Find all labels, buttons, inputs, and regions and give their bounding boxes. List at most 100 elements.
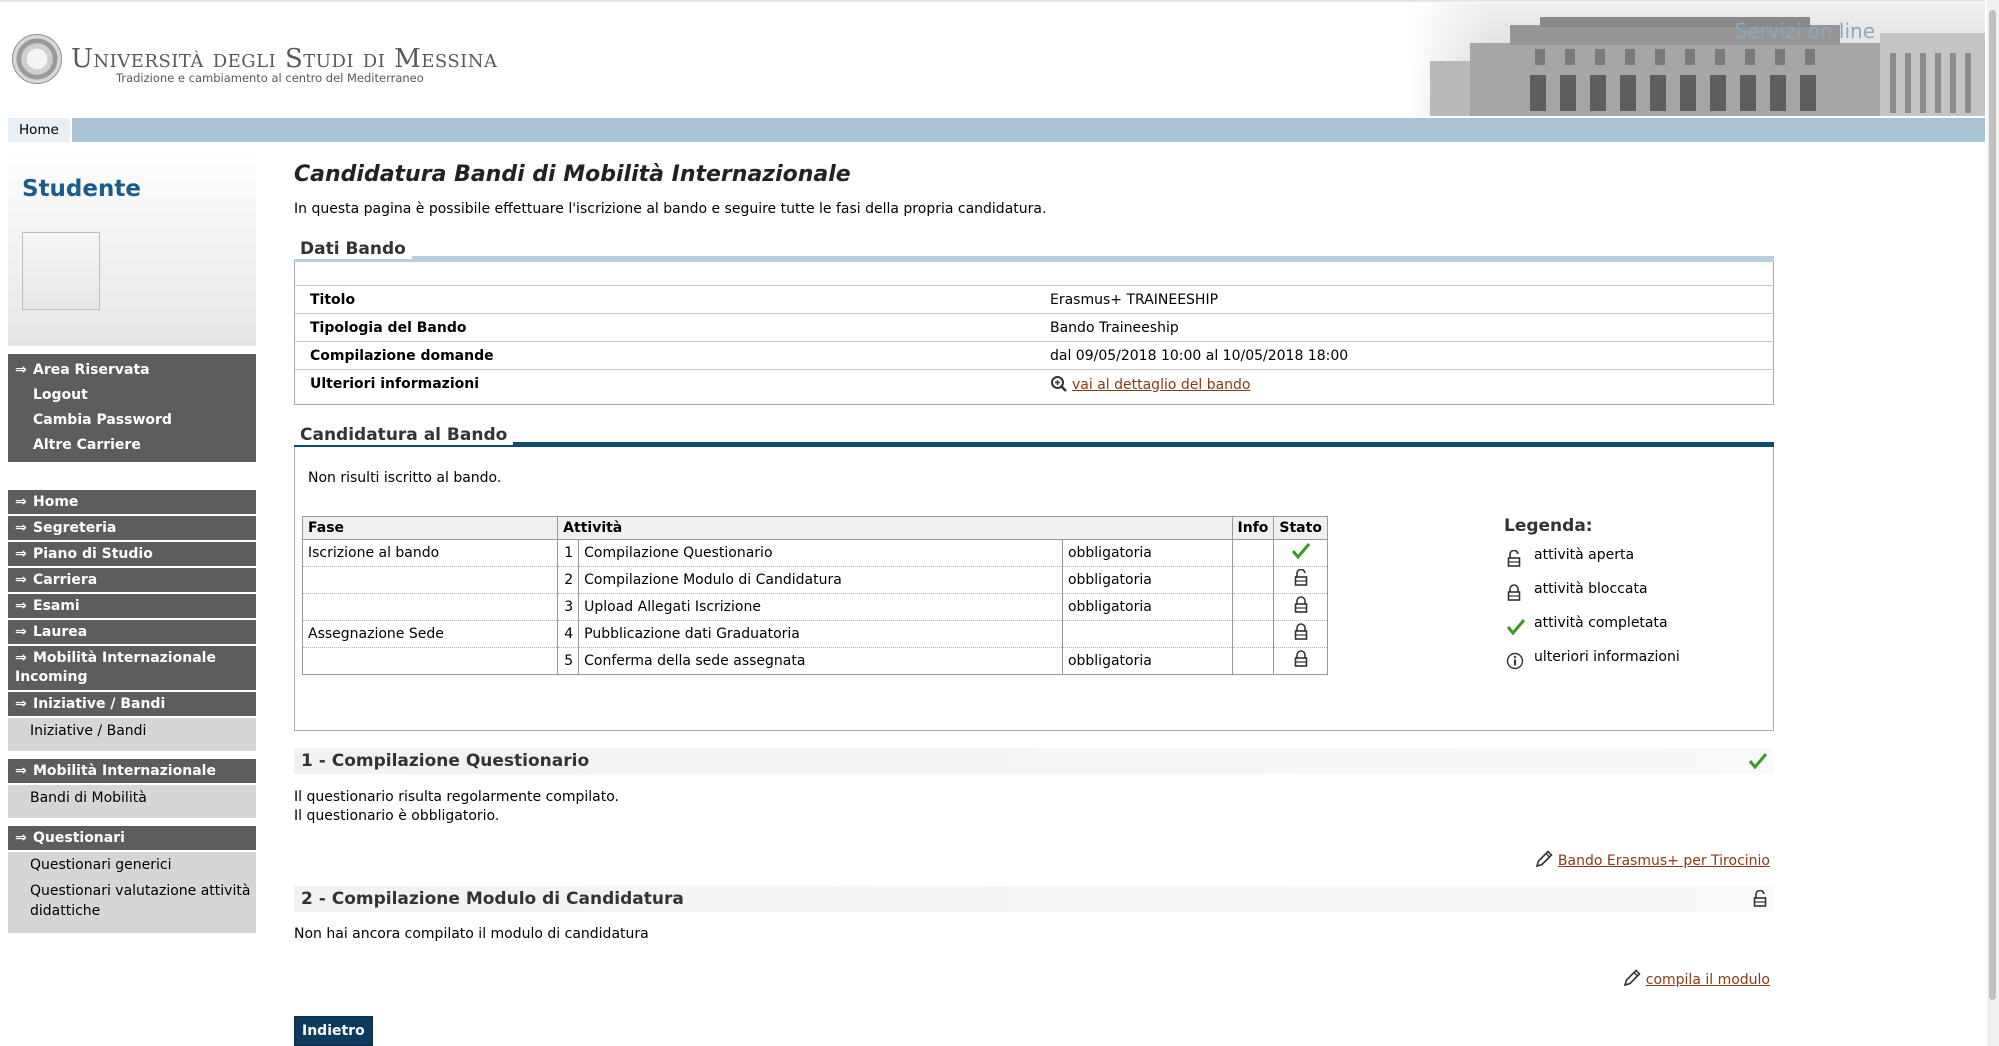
candidatura-status: Non risulti iscritto al bando. xyxy=(308,470,502,486)
sidebar-item-segreteria[interactable]: ⇒ Segreteria xyxy=(8,516,256,542)
sidebar-item-altre-carriere[interactable]: Altre Carriere xyxy=(8,433,256,458)
sidebar-item-mobilita-incoming[interactable]: ⇒ Mobilità Internazionale Incoming xyxy=(8,646,256,692)
sidebar-item-mobilita-internazionale[interactable]: ⇒ Mobilità Internazionale xyxy=(8,759,256,785)
lock-closed-icon xyxy=(1294,623,1308,640)
col-stato: Stato xyxy=(1273,516,1328,540)
sidebar-item-cambia-password[interactable]: Cambia Password xyxy=(8,408,256,433)
sidebar-subitem-questionari-generici[interactable]: Questionari generici xyxy=(8,852,256,878)
sidebar-item-home[interactable]: ⇒ Home xyxy=(8,490,256,516)
sidebar-item-carriera[interactable]: ⇒ Carriera xyxy=(8,568,256,594)
arrow-right-icon: ⇒ xyxy=(15,763,27,779)
cell-fase xyxy=(301,566,559,594)
table-row: Iscrizione al bando 1 Compilazione Quest… xyxy=(301,539,1328,567)
cell-stato xyxy=(1273,647,1328,675)
sidebar-item-iniziative-bandi[interactable]: ⇒ Iniziative / Bandi xyxy=(8,692,256,718)
cell-info xyxy=(1231,647,1275,675)
candidatura-box: Candidatura al Bando Non risulti iscritt… xyxy=(294,425,1774,732)
sidebar-item-laurea[interactable]: ⇒ Laurea xyxy=(8,620,256,646)
dati-bando-top-rule xyxy=(294,256,1774,262)
table-row: 3 Upload Allegati Iscrizione obbligatori… xyxy=(301,593,1328,621)
dati-bando-heading: Dati Bando xyxy=(294,239,412,259)
compila-modulo-action[interactable]: compila il modulo xyxy=(1622,968,1770,988)
sidebar-subitem-questionari-valutazione[interactable]: Questionari valutazione attività didatti… xyxy=(8,878,256,933)
cell-attivita: Compilazione Modulo di Candidatura xyxy=(578,566,1063,594)
section-questionario-text: Il questionario risulta regolarmente com… xyxy=(294,788,619,826)
cell-attivita: Pubblicazione dati Graduatoria xyxy=(578,620,1063,648)
arrow-right-icon: ⇒ xyxy=(15,520,27,536)
cell-fase: Iscrizione al bando xyxy=(301,539,559,567)
page-header: Università degli Studi di Messina Tradiz… xyxy=(0,0,1985,142)
legenda-item: attività completata xyxy=(1504,616,1744,638)
cell-num: 2 xyxy=(557,566,580,594)
cell-tipo: obbligatoria xyxy=(1061,539,1233,567)
university-seal-icon[interactable] xyxy=(12,34,62,84)
info-icon xyxy=(1506,652,1524,670)
lock-closed-icon xyxy=(1294,596,1308,613)
arrow-right-icon: ⇒ xyxy=(15,546,27,562)
sidebar-item-esami[interactable]: ⇒ Esami xyxy=(8,594,256,620)
section-line: Il questionario risulta regolarmente com… xyxy=(294,789,619,805)
arrow-right-icon: ⇒ xyxy=(15,362,27,378)
vertical-scrollbar[interactable] xyxy=(1987,0,1999,1046)
magnifier-zoom-icon xyxy=(1051,375,1067,392)
sidebar-subitem-bandi-mobilita[interactable]: Bandi di Mobilità xyxy=(8,785,256,826)
dati-value: dal 09/05/2018 10:00 al 10/05/2018 18:00 xyxy=(1034,341,1774,370)
sidebar-subitem-iniziative-bandi[interactable]: Iniziative / Bandi xyxy=(8,718,256,759)
dati-value: Bando Traineeship xyxy=(1034,313,1774,342)
university-name[interactable]: Università degli Studi di Messina xyxy=(71,44,498,74)
table-row: Compilazione domande dal 09/05/2018 10:00… xyxy=(294,341,1774,370)
lock-open-icon xyxy=(1294,568,1308,586)
sidebar-header: Studente xyxy=(8,146,256,346)
cell-tipo: obbligatoria xyxy=(1061,566,1233,594)
check-completed-icon xyxy=(1291,543,1310,560)
arrow-right-icon: ⇒ xyxy=(15,696,27,712)
sidebar-item-area-riservata[interactable]: ⇒ Area Riservata xyxy=(8,358,256,383)
candidatura-top-rule xyxy=(294,442,1774,447)
pencil-edit-icon xyxy=(1535,850,1553,868)
page-title: Candidatura Bandi di Mobilità Internazio… xyxy=(294,162,851,187)
dati-value-link-cell: vai al dettaglio del bando xyxy=(1034,369,1774,397)
sidebar: Studente ⇒ Area Riservata Logout Cambia P… xyxy=(8,146,256,933)
bando-erasmus-link[interactable]: Bando Erasmus+ per Tirocinio xyxy=(1558,853,1770,869)
section-line: Il questionario è obbligatorio. xyxy=(294,808,500,824)
section-title: 1 - Compilazione Questionario xyxy=(301,751,590,771)
sidebar-item-questionari[interactable]: ⇒ Questionari xyxy=(8,826,256,852)
sidebar-item-piano-di-studio[interactable]: ⇒ Piano di Studio xyxy=(8,542,256,568)
student-photo-placeholder xyxy=(22,232,100,310)
cell-attivita: Compilazione Questionario xyxy=(578,539,1063,567)
arrow-right-icon: ⇒ xyxy=(15,494,27,510)
compila-modulo-link[interactable]: compila il modulo xyxy=(1646,972,1770,988)
header-top-border xyxy=(0,0,1985,2)
building-banner: Servizi on line xyxy=(1410,3,1985,116)
arrow-right-icon: ⇒ xyxy=(15,598,27,614)
servizi-online-label: Servizi on line xyxy=(1734,19,1875,43)
lock-open-icon xyxy=(1753,890,1767,907)
bando-erasmus-action[interactable]: Bando Erasmus+ per Tirocinio xyxy=(1534,849,1770,869)
cell-stato xyxy=(1273,539,1328,567)
col-attivita: Attività xyxy=(557,516,1233,540)
cell-stato xyxy=(1273,566,1328,594)
section-questionario-header: 1 - Compilazione Questionario xyxy=(294,748,1774,774)
dettaglio-bando-link[interactable]: vai al dettaglio del bando xyxy=(1072,377,1251,393)
cell-tipo xyxy=(1061,620,1233,648)
top-nav-bar xyxy=(8,118,1985,142)
sidebar-item-logout[interactable]: Logout xyxy=(8,383,256,408)
cell-fase xyxy=(301,647,559,675)
table-row: Assegnazione Sede 4 Pubblicazione dati G… xyxy=(301,620,1328,648)
nav-home-link[interactable]: Home xyxy=(8,118,72,142)
back-button[interactable]: Indietro xyxy=(294,1016,373,1046)
cell-tipo: obbligatoria xyxy=(1061,647,1233,675)
dati-label: Tipologia del Bando xyxy=(294,313,1034,342)
table-row: Ulteriori informazioni vai al dettaglio … xyxy=(294,369,1774,397)
dati-label: Ulteriori informazioni xyxy=(294,369,1034,397)
table-row: 5 Conferma della sede assegnata obbligat… xyxy=(301,647,1328,675)
arrow-right-icon: ⇒ xyxy=(15,624,27,640)
table-row: 2 Compilazione Modulo di Candidatura obb… xyxy=(301,566,1328,594)
cell-info xyxy=(1231,539,1275,567)
scrollbar-thumb[interactable] xyxy=(1989,10,1996,1000)
main-menu: ⇒ Home ⇒ Segreteria ⇒ Piano di Studio ⇒ Carr… xyxy=(8,490,256,933)
pencil-edit-icon xyxy=(1623,969,1641,987)
cell-num: 1 xyxy=(557,539,580,567)
area-riservata-menu: ⇒ Area Riservata Logout Cambia Password A… xyxy=(8,354,256,462)
table-row: Titolo Erasmus+ TRAINEESHIP xyxy=(294,285,1774,314)
